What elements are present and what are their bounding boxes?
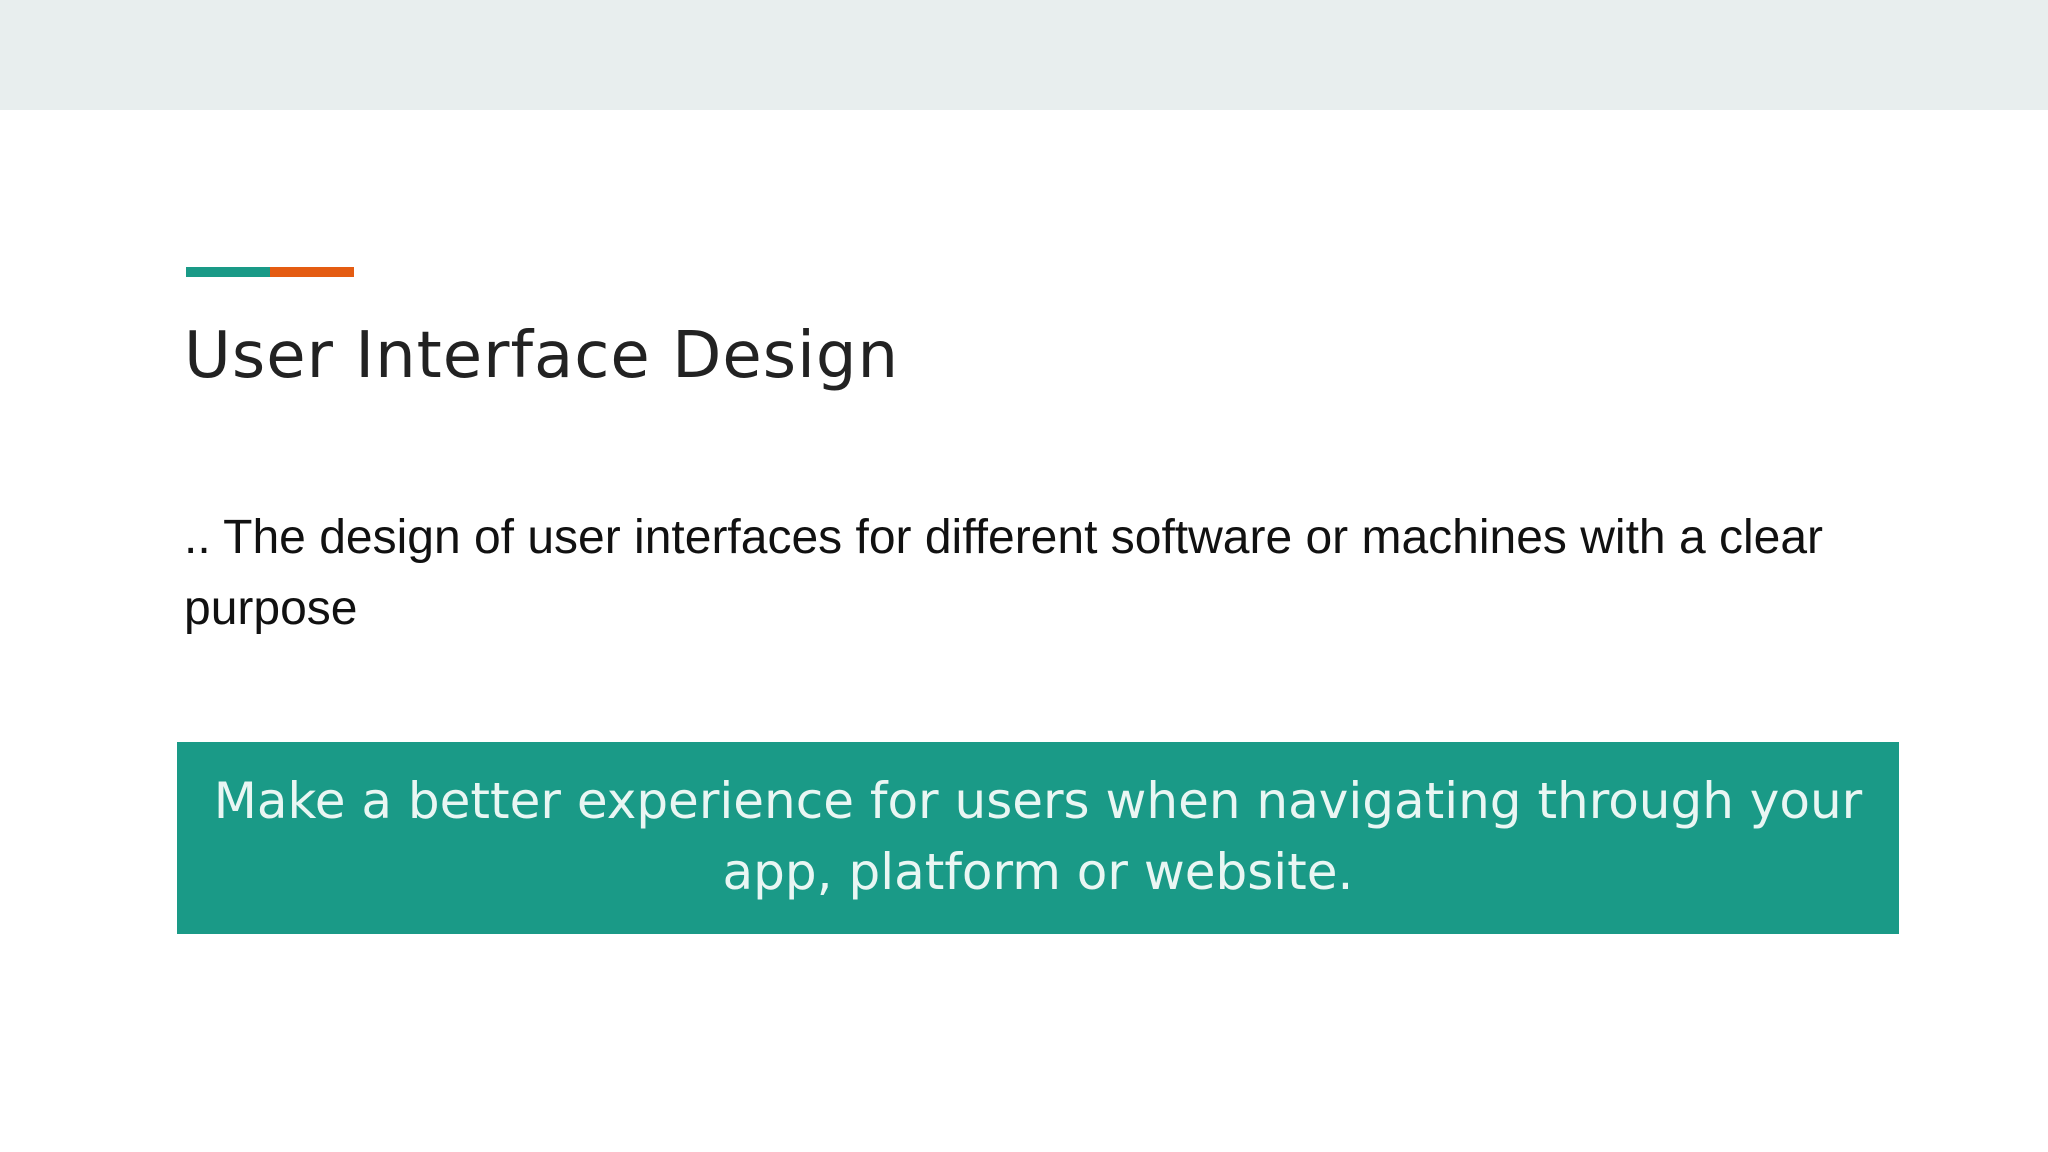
slide-title: User Interface Design xyxy=(184,319,900,393)
accent-bar-teal xyxy=(186,267,270,277)
callout-box: Make a better experience for users when … xyxy=(177,742,1899,934)
callout-text: Make a better experience for users when … xyxy=(213,772,1863,901)
slide-body-text: .. The design of user interfaces for dif… xyxy=(184,511,1824,635)
accent-bar-orange xyxy=(270,267,354,277)
top-band xyxy=(0,0,2048,110)
accent-bar xyxy=(186,267,354,277)
